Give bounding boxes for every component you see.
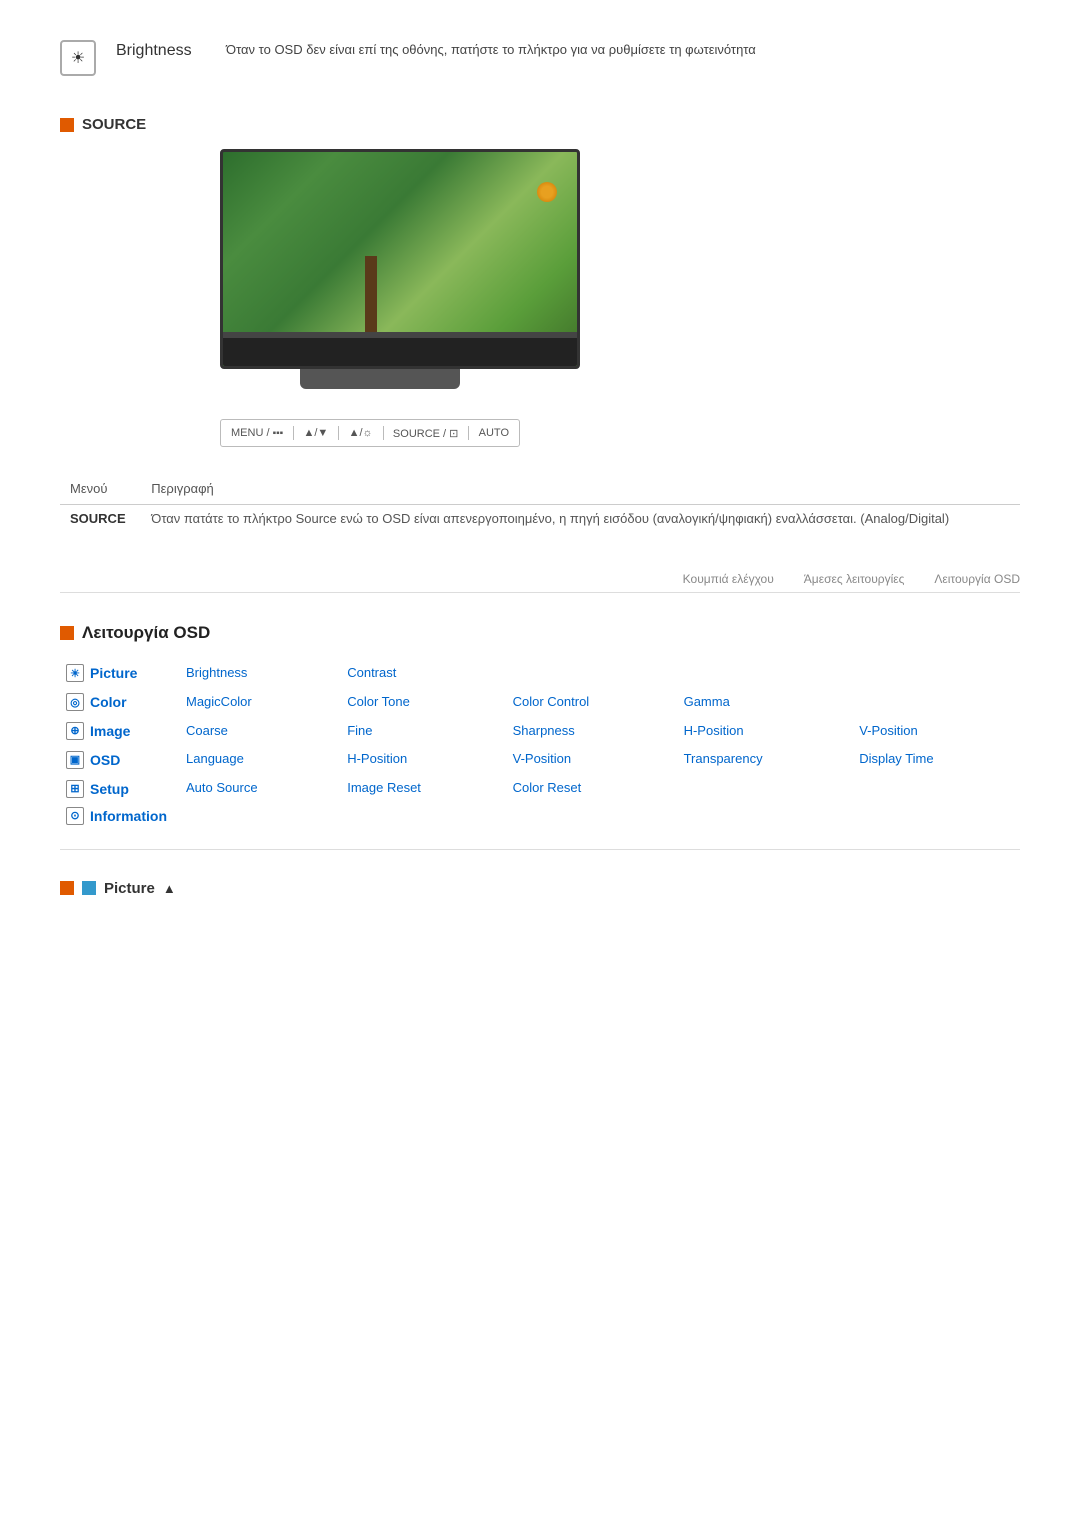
footer-nav-buttons[interactable]: Κουμπιά ελέγχου: [683, 572, 774, 586]
footer-nav: Κουμπιά ελέγχου Άμεσες λειτουργίες Λειτο…: [60, 572, 1020, 593]
osd-menu-information: ⊙ Information: [60, 803, 180, 829]
picture-icon: ☀: [66, 664, 84, 682]
source-header-icon: [60, 118, 74, 132]
footer-nav-direct[interactable]: Άμεσες λειτουργίες: [804, 572, 905, 586]
image-label[interactable]: Image: [90, 723, 130, 739]
osd-osd-sub4[interactable]: Transparency: [678, 745, 854, 774]
osd-osd-sub2[interactable]: H-Position: [341, 745, 506, 774]
picture-up-arrow: ▲: [163, 881, 176, 896]
osd-title: Λειτουργία OSD: [82, 623, 210, 643]
osd-menu-picture: ☀ Picture: [60, 659, 180, 688]
osd-picture-sub1[interactable]: Brightness: [180, 659, 341, 688]
osd-section: Λειτουργία OSD ☀ Picture Brightness Cont…: [60, 623, 1020, 829]
osd-picture-sub2[interactable]: Contrast: [341, 659, 506, 688]
osd-picture-sub4: [678, 659, 854, 688]
osd-section-header: Λειτουργία OSD: [60, 623, 1020, 643]
btn-brightness: ▲/☼: [349, 427, 373, 439]
osd-setup-sub5: [853, 774, 1020, 803]
tree-trunk: [365, 256, 377, 336]
osd-picture-sub3: [507, 659, 678, 688]
osd-image-sub4[interactable]: H-Position: [678, 717, 854, 746]
osd-image-sub2[interactable]: Fine: [341, 717, 506, 746]
osd-osd-sub3[interactable]: V-Position: [507, 745, 678, 774]
osd-icon: ▣: [66, 751, 84, 769]
info-label[interactable]: Information: [90, 808, 167, 824]
osd-setup-sub1[interactable]: Auto Source: [180, 774, 341, 803]
btn-updown: ▲/▼: [303, 427, 328, 439]
setup-label[interactable]: Setup: [90, 781, 129, 797]
osd-setup-sub3[interactable]: Color Reset: [507, 774, 678, 803]
osd-row-color: ◎ Color MagicColor Color Tone Color Cont…: [60, 688, 1020, 717]
image-icon: ⊕: [66, 722, 84, 740]
footer-divider: [60, 849, 1020, 850]
col-menu: Μενού: [60, 477, 141, 505]
color-icon: ◎: [66, 693, 84, 711]
osd-info-sub5: [853, 803, 1020, 829]
brightness-section: ☀ Brightness Όταν το OSD δεν είναι επί τ…: [60, 40, 1020, 76]
btn-source: SOURCE / ⊡: [393, 427, 458, 440]
osd-osd-sub1[interactable]: Language: [180, 745, 341, 774]
blue-square-icon: [82, 881, 96, 895]
col-desc: Περιγραφή: [141, 477, 1020, 505]
menu-table-section: Μενού Περιγραφή SOURCE Όταν πατάτε το πλ…: [60, 477, 1020, 532]
osd-image-sub5[interactable]: V-Position: [853, 717, 1020, 746]
osd-info-sub2: [341, 803, 506, 829]
orange-square-icon: [60, 881, 74, 895]
osd-color-sub2[interactable]: Color Tone: [341, 688, 506, 717]
monitor-stand: [300, 369, 460, 389]
osd-osd-sub5[interactable]: Display Time: [853, 745, 1020, 774]
monitor-bottom-strip: [223, 332, 577, 338]
osd-menu-setup: ⊞ Setup: [60, 774, 180, 803]
osd-setup-sub2[interactable]: Image Reset: [341, 774, 506, 803]
osd-info-sub4: [678, 803, 854, 829]
monitor-section: [60, 149, 1020, 389]
picture-label[interactable]: Picture: [90, 665, 137, 681]
osd-color-sub1[interactable]: MagicColor: [180, 688, 341, 717]
osd-color-sub5: [853, 688, 1020, 717]
picture-footer: Picture ▲: [60, 880, 1020, 897]
button-bar: MENU / ▪▪▪ ▲/▼ ▲/☼ SOURCE / ⊡ AUTO: [220, 419, 520, 447]
source-row-desc: Όταν πατάτε το πλήκτρο Source ενώ το OSD…: [141, 505, 1020, 533]
osd-menu-osd: ▣ OSD: [60, 745, 180, 774]
info-icon: ⊙: [66, 807, 84, 825]
osd-info-sub3: [507, 803, 678, 829]
btn-auto: AUTO: [479, 427, 509, 439]
osd-setup-sub4: [678, 774, 854, 803]
osd-row-setup: ⊞ Setup Auto Source Image Reset Color Re…: [60, 774, 1020, 803]
btn-menu: MENU / ▪▪▪: [231, 427, 283, 439]
footer-nav-osd[interactable]: Λειτουργία OSD: [934, 572, 1020, 586]
osd-color-sub4[interactable]: Gamma: [678, 688, 854, 717]
brightness-label: Brightness: [116, 40, 206, 60]
source-title: SOURCE: [82, 116, 146, 133]
osd-label[interactable]: OSD: [90, 752, 120, 768]
osd-picture-sub5: [853, 659, 1020, 688]
setup-icon: ⊞: [66, 780, 84, 798]
osd-info-sub1: [180, 803, 341, 829]
osd-grid-table: ☀ Picture Brightness Contrast ◎ Color: [60, 659, 1020, 829]
osd-image-sub3[interactable]: Sharpness: [507, 717, 678, 746]
osd-header-icon: [60, 626, 74, 640]
brightness-desc: Όταν το OSD δεν είναι επί της οθόνης, πα…: [226, 40, 756, 60]
source-section-header: SOURCE: [60, 116, 1020, 133]
menu-table: Μενού Περιγραφή SOURCE Όταν πατάτε το πλ…: [60, 477, 1020, 532]
osd-row-information: ⊙ Information: [60, 803, 1020, 829]
osd-row-image: ⊕ Image Coarse Fine Sharpness H-Position…: [60, 717, 1020, 746]
osd-row-osd: ▣ OSD Language H-Position V-Position Tra…: [60, 745, 1020, 774]
table-row: SOURCE Όταν πατάτε το πλήκτρο Source ενώ…: [60, 505, 1020, 533]
monitor-display: [220, 149, 580, 369]
osd-menu-image: ⊕ Image: [60, 717, 180, 746]
osd-image-sub1[interactable]: Coarse: [180, 717, 341, 746]
brightness-icon-box: ☀: [60, 40, 96, 76]
osd-row-picture: ☀ Picture Brightness Contrast: [60, 659, 1020, 688]
osd-color-sub3[interactable]: Color Control: [507, 688, 678, 717]
color-label[interactable]: Color: [90, 694, 127, 710]
source-row-label: SOURCE: [60, 505, 141, 533]
picture-footer-label[interactable]: Picture: [104, 880, 155, 897]
osd-menu-color: ◎ Color: [60, 688, 180, 717]
sun-icon: ☀: [71, 48, 85, 68]
